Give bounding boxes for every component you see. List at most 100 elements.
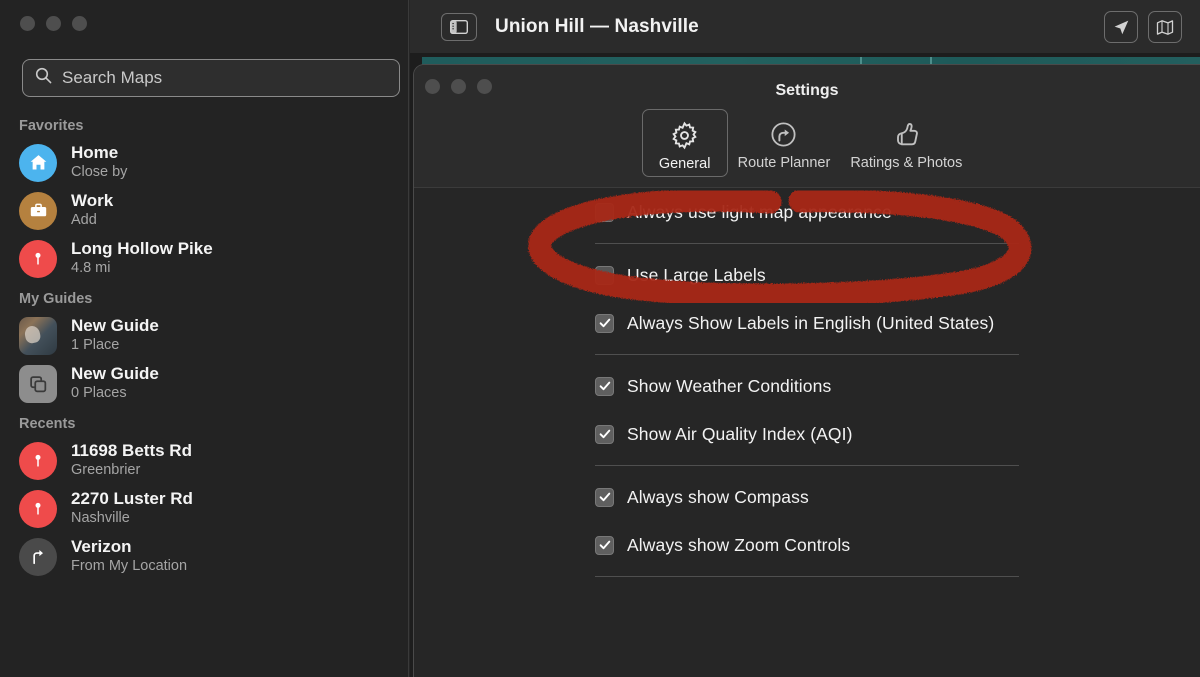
list-item-subtitle: Close by — [71, 164, 128, 181]
settings-option-row[interactable]: Always show Compass — [414, 473, 1200, 521]
sidebar-section-header: My Guides — [19, 290, 93, 307]
location-arrow-icon[interactable] — [1104, 11, 1138, 43]
settings-tab-label: Route Planner — [737, 155, 831, 171]
list-item-subtitle: 0 Places — [71, 385, 127, 402]
list-item-title: New Guide — [71, 315, 159, 335]
settings-options-body: Always use light map appearance Use Large… — [414, 188, 1200, 577]
settings-option-row[interactable]: Always show Zoom Controls — [414, 521, 1200, 569]
checkmark-icon — [599, 540, 610, 550]
route-arrow-icon — [769, 115, 798, 153]
settings-option-row[interactable]: Use Large Labels — [414, 251, 1200, 299]
list-item[interactable]: Work Add — [0, 187, 408, 235]
close-button[interactable] — [20, 16, 35, 31]
list-item-subtitle: 4.8 mi — [71, 260, 111, 277]
minimize-button[interactable] — [46, 16, 61, 31]
checkmark-icon — [599, 318, 610, 328]
settings-option-group: Always show Compass Always show Zoom Cont… — [414, 473, 1200, 569]
list-item-text: Long Hollow Pike 4.8 mi — [71, 239, 213, 279]
settings-tab-route-planner[interactable]: Route Planner — [728, 109, 841, 175]
settings-tab-general[interactable]: General — [641, 109, 728, 177]
checkmark-icon — [599, 492, 610, 502]
checkbox-show-weather-conditions[interactable] — [595, 376, 614, 396]
list-item-text: Home Close by — [71, 143, 127, 183]
settings-tab-label: General — [658, 156, 711, 172]
list-item-subtitle: Greenbrier — [71, 462, 141, 479]
checkbox-always-show-labels-in-english-united-states[interactable] — [595, 313, 614, 333]
settings-divider — [595, 576, 1019, 577]
list-item-text: 2270 Luster Rd Nashville — [71, 489, 193, 529]
briefcase-icon — [19, 191, 57, 230]
window-traffic-lights — [20, 16, 87, 31]
checkbox-always-show-zoom-controls[interactable] — [595, 535, 614, 555]
home-icon — [19, 143, 57, 182]
settings-toolbar[interactable]: General Route Planner Ratings & Photos — [414, 109, 1200, 177]
settings-option-row[interactable]: Always Show Labels in English (United St… — [414, 299, 1200, 347]
settings-window-title: Settings — [775, 82, 839, 99]
settings-divider — [595, 465, 1019, 466]
list-item[interactable]: Home Close by — [0, 139, 408, 187]
checkbox-always-use-light-map-appearance[interactable] — [595, 202, 614, 222]
list-item[interactable]: New Guide 0 Places — [0, 360, 408, 408]
list-item[interactable]: 11698 Betts Rd Greenbrier — [0, 437, 408, 485]
settings-option-row[interactable]: Show Weather Conditions — [414, 362, 1200, 410]
list-item[interactable]: New Guide 1 Place — [0, 312, 408, 360]
map-pin-icon — [19, 239, 57, 278]
map-icon[interactable] — [1148, 11, 1182, 43]
thumbs-up-icon — [891, 115, 921, 153]
map-title-bar: Union Hill — Nashville — [410, 0, 1200, 53]
map-toolbar-right — [1104, 11, 1182, 43]
list-item[interactable]: Verizon From My Location — [0, 533, 408, 581]
sidebar-section-header: Favorites — [19, 118, 84, 134]
settings-option-group: Show Weather Conditions Show Air Quality … — [414, 362, 1200, 458]
checkbox-use-large-labels[interactable] — [595, 265, 614, 285]
checkbox-always-show-compass[interactable] — [595, 487, 614, 507]
settings-option-label: Always show Compass — [627, 486, 809, 507]
maps-sidebar-window: Search Maps Favorites Home Close by Work Add… — [0, 0, 409, 677]
list-item-title: 11698 Betts Rd — [71, 440, 192, 460]
guide-photo-thumbnail — [19, 316, 57, 355]
settings-window: Settings General Route Planner Ratings & P… — [413, 64, 1200, 677]
list-item-title: Work — [71, 190, 114, 210]
list-item-subtitle: Add — [71, 212, 97, 229]
map-pin-icon — [19, 489, 57, 528]
checkmark-icon — [599, 381, 610, 391]
list-item[interactable]: 2270 Luster Rd Nashville — [0, 485, 408, 533]
list-item-subtitle: Nashville — [71, 510, 130, 527]
list-item-subtitle: From My Location — [71, 558, 188, 575]
settings-divider — [595, 354, 1019, 355]
settings-option-label: Always show Zoom Controls — [627, 534, 851, 555]
sidebar-section-header: Recents — [19, 415, 76, 432]
settings-tab-label: Ratings & Photos — [850, 155, 963, 171]
settings-option-label: Show Air Quality Index (AQI) — [627, 423, 853, 444]
list-item-title: Long Hollow Pike — [71, 238, 213, 258]
list-item-title: Verizon — [71, 536, 132, 556]
checkmark-icon — [599, 429, 610, 439]
settings-option-group: Use Large Labels Always Show Labels in En… — [414, 251, 1200, 347]
sidebar-list[interactable]: Favorites Home Close by Work Add Long Hollow … — [0, 110, 408, 581]
settings-option-row[interactable]: Always use light map appearance — [414, 188, 1200, 236]
sidebar-toggle-icon[interactable] — [441, 12, 477, 41]
checkbox-show-air-quality-index-aqi[interactable] — [595, 424, 614, 444]
search-placeholder: Search Maps — [62, 68, 163, 87]
list-item-text: 11698 Betts Rd Greenbrier — [71, 441, 192, 481]
list-item-text: New Guide 0 Places — [71, 364, 159, 404]
gear-icon — [669, 116, 700, 154]
settings-tab-ratings-photos[interactable]: Ratings & Photos — [840, 109, 972, 175]
list-item-title: 2270 Luster Rd — [71, 488, 193, 508]
search-icon — [35, 67, 52, 89]
settings-option-label: Use Large Labels — [627, 264, 766, 285]
page-title: Union Hill — Nashville — [495, 15, 699, 37]
turn-right-icon — [19, 537, 57, 576]
list-item-text: New Guide 1 Place — [71, 316, 159, 356]
map-pin-icon — [19, 441, 57, 480]
search-input[interactable]: Search Maps — [22, 59, 400, 97]
maximize-button[interactable] — [72, 16, 87, 31]
list-item-subtitle: 1 Place — [71, 337, 120, 354]
settings-option-row[interactable]: Show Air Quality Index (AQI) — [414, 410, 1200, 458]
settings-title-bar: Settings General Route Planner Ratings & P… — [414, 65, 1200, 188]
settings-option-label: Always use light map appearance — [627, 201, 892, 222]
list-item[interactable]: Long Hollow Pike 4.8 mi — [0, 235, 408, 283]
list-item-text: Work Add — [71, 191, 113, 231]
list-item-text: Verizon From My Location — [71, 537, 187, 577]
list-item-title: New Guide — [71, 363, 159, 383]
